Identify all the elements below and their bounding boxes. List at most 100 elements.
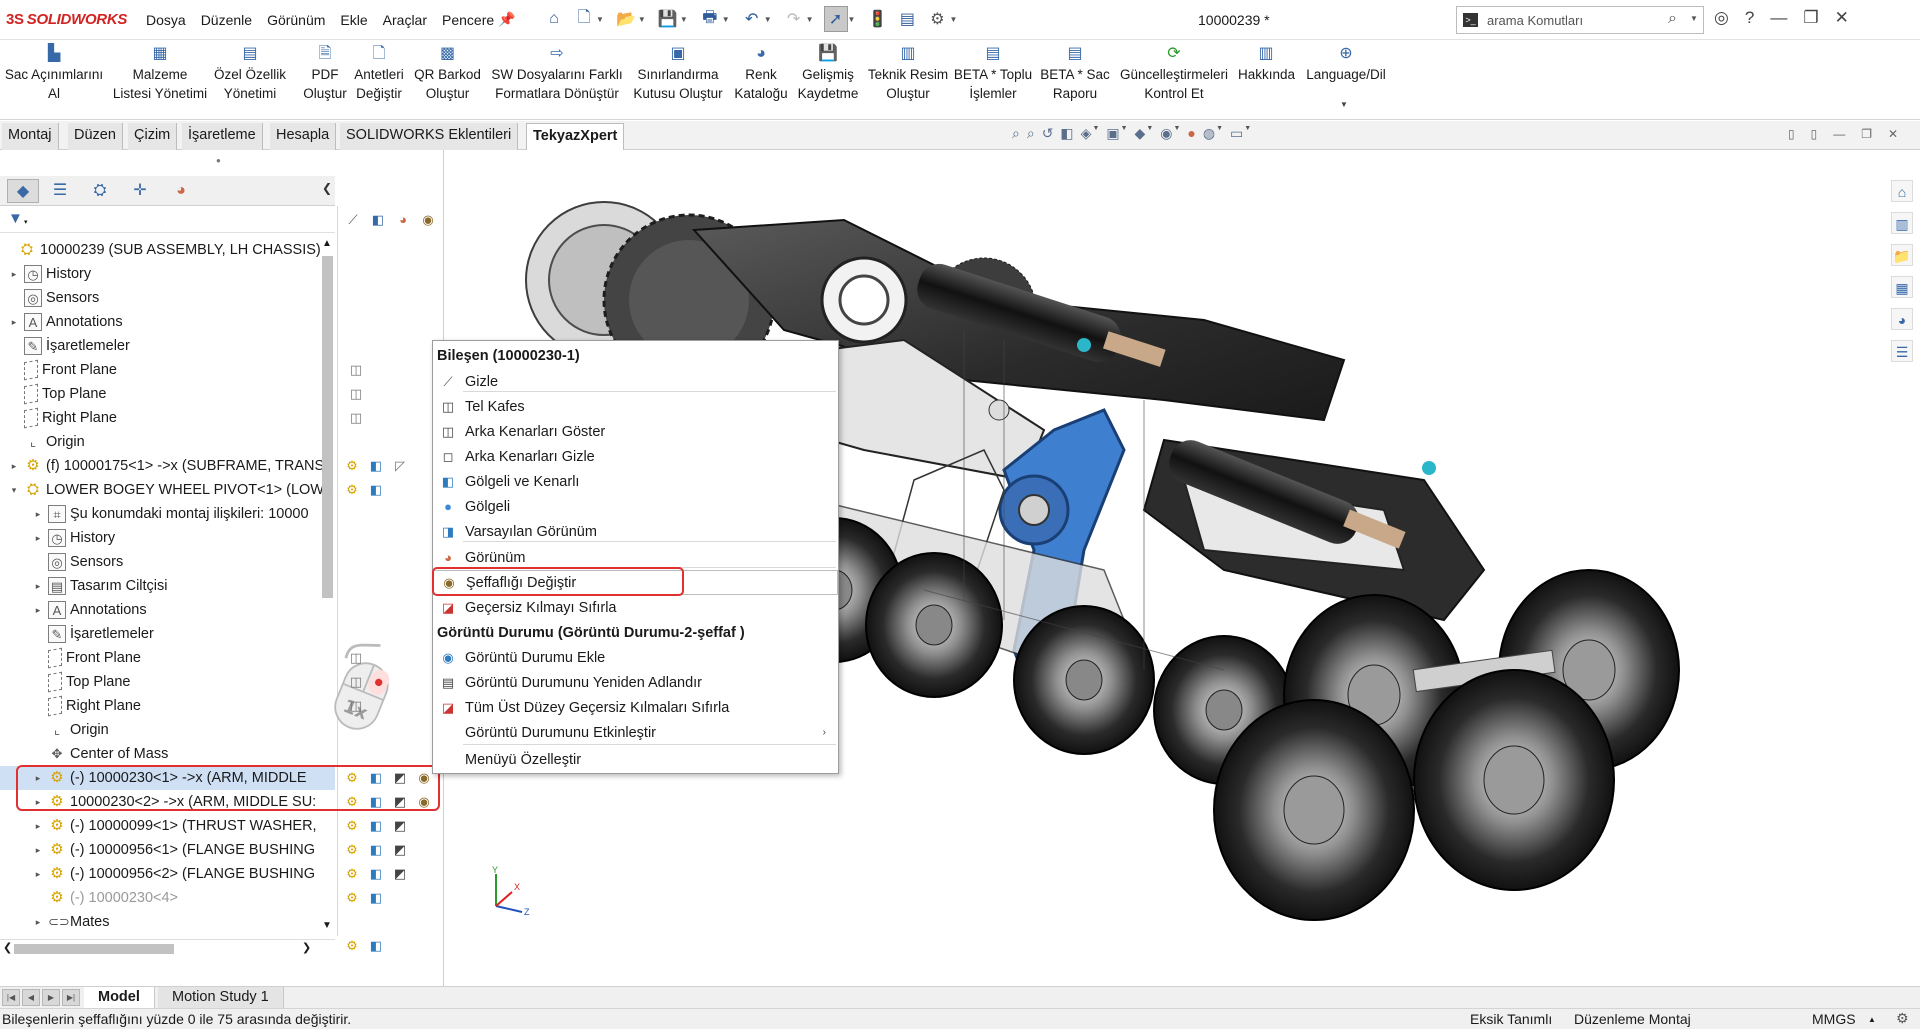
rebuild-traffic-light-icon[interactable]: 🚦 [865, 6, 889, 32]
save-dropdown-icon[interactable]: ▼ [680, 15, 688, 24]
tab-0[interactable]: Montaj [2, 123, 59, 150]
scroll-right-icon[interactable]: ❯ [302, 941, 311, 954]
configuration-manager-tab-icon[interactable]: ⛭ [84, 179, 116, 203]
ribbon-button-2[interactable]: ▤ Özel Özellik Yönetimi [200, 44, 300, 103]
tree-row[interactable]: ▾ ⛭ LOWER BOGEY WHEEL PIVOT<1> (LOWE [0, 478, 335, 502]
component-state-icon[interactable]: ⚙ [342, 792, 362, 812]
menu-item-wireframe[interactable]: ◫ Tel Kafes [433, 394, 838, 419]
wireframe-icon[interactable]: ◩ [390, 864, 410, 884]
file-explorer-icon[interactable]: 📁 [1891, 244, 1913, 266]
tree-toggle-icon[interactable]: ▸ [32, 869, 44, 880]
wireframe-icon[interactable]: ◩ [390, 792, 410, 812]
sw-resources-icon[interactable]: ⌂ [1891, 180, 1913, 202]
tree-toggle-icon[interactable]: ▸ [8, 461, 20, 472]
component-state-icon[interactable]: ⚙ [342, 864, 362, 884]
tree-row[interactable]: ▸ A Annotations [0, 310, 335, 334]
section-view-icon[interactable]: ◧ [1060, 125, 1073, 142]
view-settings-icon[interactable]: ▭ [1230, 125, 1243, 142]
plane-visibility-icon[interactable]: ◫ [346, 408, 366, 428]
display-mode-icon[interactable]: ◧ [366, 840, 386, 860]
ribbon-more-icon[interactable]: ▼ [1340, 100, 1348, 109]
edit-appearance-icon[interactable]: ● [1187, 125, 1195, 142]
command-search[interactable]: >_ arama Komutları ⌕ ▼ [1456, 6, 1704, 34]
tree-row[interactable]: ▸ ⌗ Şu konumdaki montaj ilişkileri: 10000 [0, 502, 335, 526]
plane-visibility-icon[interactable]: ◫ [346, 672, 366, 692]
scroll-down-icon[interactable]: ▼ [322, 920, 332, 931]
menu-item-1[interactable]: Düzenle [201, 12, 252, 28]
plane-visibility-icon[interactable]: ◫ [346, 384, 366, 404]
scroll-thumb[interactable] [322, 256, 333, 598]
custom-properties-icon[interactable]: ☰ [1891, 340, 1913, 362]
select-dropdown-icon[interactable]: ▼ [848, 15, 856, 24]
next-tab-icon[interactable]: ▶ [42, 989, 60, 1006]
transparency-icon[interactable]: ◉ [414, 768, 434, 788]
wireframe-icon[interactable]: ◩ [390, 840, 410, 860]
display-mode-icon[interactable]: ◧ [366, 816, 386, 836]
tree-row[interactable]: ▸⛭165 mm SHOCK ASSY-1<2> (165 mm SH [0, 934, 335, 938]
tree-row[interactable]: ▸ ⚙ (-) 10000956<2> (FLANGE BUSHING [0, 862, 335, 886]
orientation-dropdown-icon[interactable]: ▼ [1121, 125, 1128, 142]
save-icon[interactable]: 💾 [656, 6, 680, 32]
display-mode-icon[interactable]: ◧ [366, 768, 386, 788]
tree-toggle-icon[interactable]: ▸ [8, 317, 20, 328]
plane-visibility-icon[interactable]: ◫ [346, 648, 366, 668]
redo-icon[interactable]: ↷ [782, 6, 806, 32]
hide-show-dropdown-icon[interactable]: ▼ [1173, 125, 1180, 142]
units-dropdown-icon[interactable]: ▲ [1868, 1015, 1876, 1024]
menu-item-2[interactable]: Görünüm [267, 12, 325, 28]
close-icon[interactable]: ✕ [1835, 8, 1849, 28]
scene-dropdown-icon[interactable]: ▼ [1216, 125, 1223, 142]
tree-row[interactable]: ⌞ Origin [0, 718, 335, 742]
options-gear-icon[interactable]: ⚙ [925, 6, 949, 32]
new-document-icon[interactable]: 🗋 [572, 6, 596, 32]
restore-icon[interactable]: ❐ [1803, 8, 1818, 28]
tree-row[interactable]: ✎ İşaretlemeler [0, 334, 335, 358]
tree-horizontal-scrollbar[interactable]: ❮ ❯ [0, 939, 335, 957]
component-state-icon[interactable]: ⚙ [342, 480, 362, 500]
first-tab-icon[interactable]: |◀ [2, 989, 20, 1006]
doc-minimize-icon[interactable]: — [1833, 127, 1845, 141]
display-style-dropdown-icon[interactable]: ▼ [1146, 125, 1153, 142]
tree-toggle-icon[interactable]: ▸ [32, 581, 44, 592]
tree-row[interactable]: Top Plane [0, 382, 335, 406]
tree-vertical-scrollbar[interactable]: ▲ ▼ [320, 238, 335, 938]
home-icon[interactable]: ⌂ [542, 6, 566, 32]
menu-item-5[interactable]: Pencere [442, 12, 494, 28]
component-state-icon[interactable]: ⚙ [342, 936, 362, 956]
ribbon-button-3[interactable]: 🗎 PDF Oluştur [300, 44, 350, 103]
display-mode-column-icon[interactable]: ◧ [367, 209, 389, 231]
options-dropdown-icon[interactable]: ▼ [949, 15, 957, 24]
tile-right-icon[interactable]: ▯ [1811, 127, 1818, 141]
tab-1[interactable]: Düzen [68, 123, 123, 150]
tree-row[interactable]: ✥ Center of Mass [0, 742, 335, 766]
file-properties-icon[interactable]: ▤ [895, 6, 919, 32]
scroll-up-icon[interactable]: ▲ [322, 238, 332, 249]
tab-2[interactable]: Çizim [128, 123, 178, 150]
undo-dropdown-icon[interactable]: ▼ [764, 15, 772, 24]
view-palette-icon[interactable]: ▦ [1891, 276, 1913, 298]
component-state-icon[interactable]: ⚙ [342, 768, 362, 788]
plane-display-icon[interactable]: ◸ [390, 456, 410, 476]
tree-toggle-icon[interactable]: ▸ [32, 509, 44, 520]
display-mode-icon[interactable]: ◧ [366, 864, 386, 884]
tree-row[interactable]: Front Plane [0, 646, 335, 670]
tree-row[interactable]: ▸ ◷ History [0, 526, 335, 550]
zoom-to-fit-icon[interactable]: ⌕ [1012, 125, 1020, 142]
tree-filter[interactable]: ▼ ▾ [0, 206, 335, 233]
search-placeholder[interactable]: arama Komutları [1487, 13, 1583, 28]
tree-toggle-icon[interactable]: ▸ [32, 533, 44, 544]
open-dropdown-icon[interactable]: ▼ [638, 15, 646, 24]
ribbon-button-11[interactable]: ▤ BETA * Toplu İşlemler [950, 44, 1036, 103]
transparency-column-icon[interactable]: ◉ [417, 209, 439, 231]
hide-show-items-icon[interactable]: ◉ [1160, 125, 1172, 142]
ribbon-button-6[interactable]: ⇨ SW Dosyalarını Farklı Formatlara Dönüştü… [487, 44, 627, 103]
plane-visibility-icon[interactable]: ◫ [346, 696, 366, 716]
tree-row[interactable]: ⛭ 10000239 (SUB ASSEMBLY, LH CHASSIS) [0, 238, 335, 262]
pin-icon[interactable]: 📌 [498, 11, 515, 28]
print-dropdown-icon[interactable]: ▼ [722, 15, 730, 24]
wireframe-icon[interactable]: ◩ [390, 816, 410, 836]
menu-item-shaded[interactable]: ● Gölgeli [433, 494, 838, 519]
search-icon[interactable]: ⌕ [1668, 10, 1677, 28]
customize-status-icon[interactable]: ⚙ [1896, 1010, 1909, 1027]
select-pointer-icon[interactable]: ➚ [823, 6, 848, 32]
